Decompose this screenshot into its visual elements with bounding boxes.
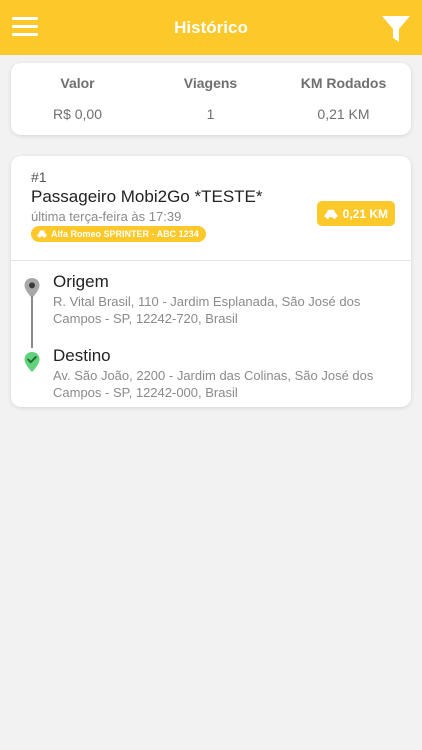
app-header: Histórico	[0, 0, 422, 55]
summary-viagens: Viagens 1	[144, 63, 277, 122]
page-title: Histórico	[174, 17, 248, 37]
viagens-value: 1	[206, 106, 215, 122]
origin-title: Origem	[53, 272, 109, 291]
viagens-label: Viagens	[183, 75, 238, 91]
hamburger-menu-icon[interactable]	[12, 17, 38, 37]
car-icon	[324, 209, 338, 219]
vehicle-label: Alfa Romeo SPRINTER - ABC 1234	[51, 229, 199, 239]
summary-km: KM Rodados 0,21 KM	[277, 63, 410, 122]
trip-date: última terça-feira às 17:39	[31, 209, 182, 224]
trip-card[interactable]: #1 Passageiro Mobi2Go *TESTE* última ter…	[11, 156, 411, 407]
destination-title: Destino	[53, 346, 111, 365]
route-line	[31, 296, 33, 348]
km-label: KM Rodados	[300, 75, 387, 91]
filter-icon[interactable]	[381, 14, 411, 44]
valor-label: Valor	[60, 75, 95, 91]
destination-check-pin-icon	[23, 351, 41, 378]
trip-number: #1	[31, 169, 47, 185]
distance-badge: 0,21 KM	[316, 201, 395, 226]
card-divider	[11, 260, 411, 261]
vehicle-badge: Alfa Romeo SPRINTER - ABC 1234	[31, 226, 206, 242]
origin-address: R. Vital Brasil, 110 - Jardim Esplanada,…	[53, 294, 361, 326]
distance-label: 0,21 KM	[342, 206, 388, 221]
valor-value: R$ 0,00	[52, 106, 103, 122]
summary-card: Valor R$ 0,00 Viagens 1 KM Rodados 0,21 …	[11, 63, 411, 135]
destination-address: Av. São João, 2200 - Jardim das Colinas,…	[53, 368, 374, 400]
trip-passenger: Passageiro Mobi2Go *TESTE*	[31, 187, 263, 206]
km-value: 0,21 KM	[317, 106, 370, 122]
summary-valor: Valor R$ 0,00	[11, 63, 144, 122]
car-icon	[37, 230, 47, 238]
